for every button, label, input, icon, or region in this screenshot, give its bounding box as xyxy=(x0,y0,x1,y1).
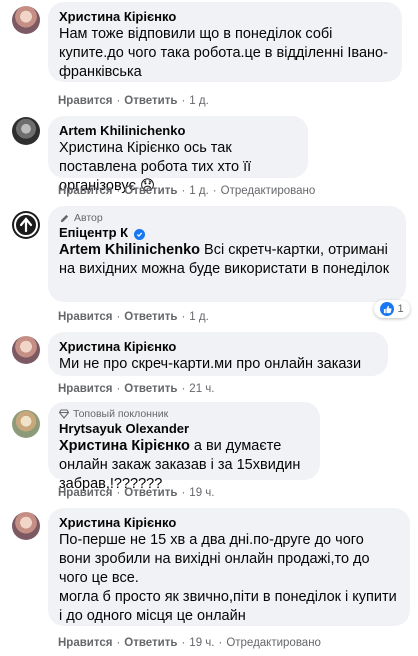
like-button[interactable]: Нравится xyxy=(58,184,112,198)
separator: · xyxy=(116,311,121,323)
reply-button[interactable]: Ответить xyxy=(124,382,177,396)
separator: · xyxy=(218,637,223,649)
verified-icon xyxy=(133,229,145,240)
comment-bubble: Христина Кірієнко По-перше не 15 хв а дв… xyxy=(48,508,410,626)
brand-logo-icon xyxy=(14,213,38,237)
reply-button[interactable]: Ответить xyxy=(124,94,177,108)
comment-text: Artem Khilinichenko Всі скретч-картки, о… xyxy=(59,241,395,279)
like-button[interactable]: Нравится xyxy=(58,94,112,108)
comment-actions: Нравится · Ответить · 1 д. xyxy=(58,310,209,324)
avatar[interactable] xyxy=(12,336,40,364)
badge-label: Автор xyxy=(74,212,103,224)
mention-link[interactable]: Христина Кірієнко xyxy=(59,438,190,454)
separator: · xyxy=(181,487,186,499)
comment-author[interactable]: Artem Khilinichenko xyxy=(59,123,297,139)
reply-button[interactable]: Ответить xyxy=(124,184,177,198)
separator: · xyxy=(116,383,121,395)
separator: · xyxy=(181,637,186,649)
like-button[interactable]: Нравится xyxy=(58,486,112,500)
like-button[interactable]: Нравится xyxy=(58,636,112,650)
timestamp[interactable]: 19 ч. xyxy=(189,486,214,500)
timestamp[interactable]: 19 ч. xyxy=(189,636,214,650)
mention-link[interactable]: Artem Khilinichenko xyxy=(59,242,200,258)
reply-button[interactable]: Ответить xyxy=(124,486,177,500)
pen-icon xyxy=(60,214,69,222)
comment-author[interactable]: Епіцентр К xyxy=(59,225,395,241)
comment-bubble: Автор Епіцентр К Artem Khilinichenko Всі… xyxy=(48,206,406,302)
comment-text: По-перше не 15 хв а два дні.по-друге до … xyxy=(59,532,397,624)
avatar[interactable] xyxy=(12,512,40,540)
diamond-icon xyxy=(59,409,69,419)
author-name[interactable]: Епіцентр К xyxy=(59,225,128,240)
like-reaction-icon xyxy=(380,302,395,316)
like-button[interactable]: Нравится xyxy=(58,382,112,396)
timestamp[interactable]: 1 д. xyxy=(189,310,209,324)
avatar[interactable] xyxy=(12,6,40,34)
comment-actions: Нравится · Ответить · 1 д. · Отредактиро… xyxy=(58,184,315,198)
top-fan-badge[interactable]: Топовый поклонник xyxy=(59,407,309,421)
separator: · xyxy=(181,185,186,197)
badge-label: Топовый поклонник xyxy=(73,408,169,420)
avatar[interactable] xyxy=(12,410,40,438)
reaction-count: 1 xyxy=(397,303,404,315)
comment-bubble: Христина Кірієнко Ми не про скреч-карти.… xyxy=(48,332,388,376)
comment-actions: Нравится · Ответить · 21 ч. xyxy=(58,382,214,396)
timestamp[interactable]: 21 ч. xyxy=(189,382,214,396)
timestamp[interactable]: 1 д. xyxy=(189,184,209,198)
comments-thread: Христина Кірієнко Нам тоже відповили що … xyxy=(0,0,418,656)
separator: · xyxy=(116,637,121,649)
comment-actions: Нравится · Ответить · 19 ч. · Отредактир… xyxy=(58,636,321,650)
comment-text: Ми не про скреч-карти.ми про онлайн зака… xyxy=(59,356,362,372)
comment-author[interactable]: Христина Кірієнко xyxy=(59,515,399,531)
separator: · xyxy=(116,95,121,107)
reaction-summary[interactable]: 1 xyxy=(374,300,410,318)
comment-bubble: Artem Khilinichenko Христина Кірієнко ос… xyxy=(48,116,308,194)
separator: · xyxy=(181,383,186,395)
comment-text: Нам тоже відповили що в понеділок собі к… xyxy=(59,26,388,80)
reply-button[interactable]: Ответить xyxy=(124,636,177,650)
separator: · xyxy=(181,95,186,107)
comment-author[interactable]: Христина Кірієнко xyxy=(59,339,377,355)
separator: · xyxy=(181,311,186,323)
like-button[interactable]: Нравится xyxy=(58,310,112,324)
comment-author[interactable]: Христина Кірієнко xyxy=(59,9,391,25)
edited-label[interactable]: Отредактировано xyxy=(221,184,316,198)
edited-label[interactable]: Отредактировано xyxy=(226,636,321,650)
comment-author[interactable]: Hrytsayuk Olexander xyxy=(59,421,309,437)
separator: · xyxy=(212,185,217,197)
separator: · xyxy=(116,185,121,197)
timestamp[interactable]: 1 д. xyxy=(189,94,209,108)
comment-actions: Нравится · Ответить · 1 д. xyxy=(58,94,209,108)
separator: · xyxy=(116,487,121,499)
comment-actions: Нравится · Ответить · 19 ч. xyxy=(58,486,214,500)
reply-button[interactable]: Ответить xyxy=(124,310,177,324)
avatar[interactable] xyxy=(12,211,40,239)
avatar[interactable] xyxy=(12,117,40,145)
author-badge: Автор xyxy=(59,211,395,225)
comment-bubble: Топовый поклонник Hrytsayuk Olexander Хр… xyxy=(48,402,320,492)
comment-bubble: Христина Кірієнко Нам тоже відповили що … xyxy=(48,2,402,82)
